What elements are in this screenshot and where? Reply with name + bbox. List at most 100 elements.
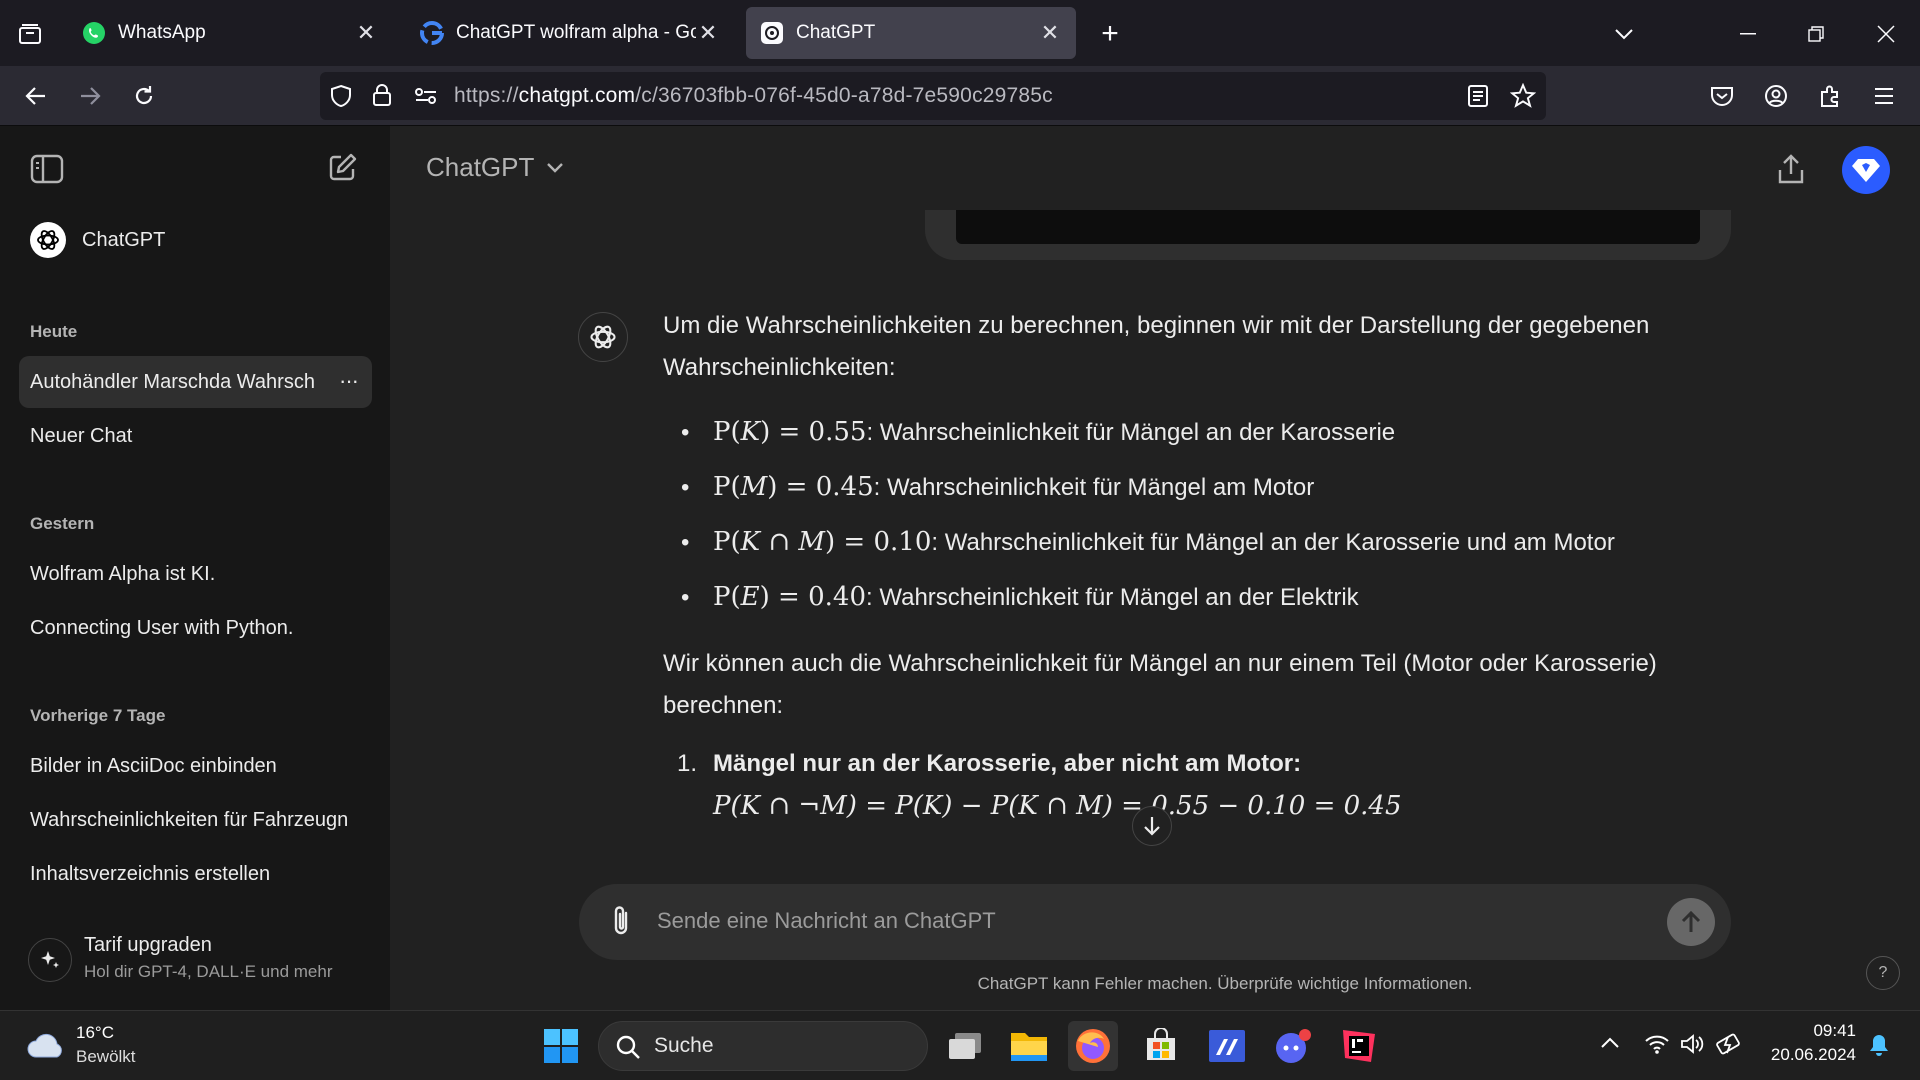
url-bar[interactable]: https://chatgpt.com/c/36703fbb-076f-45d0… bbox=[320, 72, 1546, 120]
chat-main: ChatGPT ChatGPT Um die Wahrscheinlichkei… bbox=[390, 126, 1920, 1010]
intellij-icon[interactable] bbox=[1334, 1021, 1384, 1071]
chevron-down-icon[interactable] bbox=[1608, 18, 1640, 50]
pocket-icon[interactable] bbox=[1704, 78, 1740, 114]
volume-icon[interactable] bbox=[1680, 1033, 1704, 1060]
list-item: • P(K) = 0.55: Wahrscheinlichkeit für Mä… bbox=[681, 417, 1396, 447]
start-button[interactable] bbox=[536, 1021, 586, 1071]
chat-item-label: Wahrscheinlichkeiten für Fahrzeugn bbox=[30, 808, 349, 831]
browser-nav-bar: https://chatgpt.com/c/36703fbb-076f-45d0… bbox=[0, 66, 1920, 126]
message-intro: Um die Wahrscheinlichkeiten zu berechnen… bbox=[663, 312, 1650, 381]
back-icon[interactable] bbox=[18, 78, 54, 114]
windows-icon bbox=[544, 1029, 578, 1063]
close-tab-icon[interactable]: ✕ bbox=[696, 20, 720, 46]
file-explorer-icon[interactable] bbox=[1004, 1021, 1054, 1071]
lock-icon[interactable] bbox=[372, 83, 392, 112]
chat-item-wolfram[interactable]: Wolfram Alpha ist KI. bbox=[19, 548, 372, 600]
clock-date[interactable]: 20.06.2024 bbox=[1760, 1045, 1856, 1065]
list-item: • P(K ∩ M) = 0.10: Wahrscheinlichkeit fü… bbox=[681, 527, 1615, 557]
close-tab-icon[interactable]: ✕ bbox=[354, 20, 378, 46]
url-prefix: https:// bbox=[454, 84, 519, 107]
upgrade-plan-button[interactable]: Tarif upgraden Hol dir GPT-4, DALL·E und… bbox=[28, 928, 368, 988]
reload-icon[interactable] bbox=[126, 78, 162, 114]
scroll-down-button[interactable] bbox=[1132, 806, 1172, 846]
bullet-text: : Wahrscheinlichkeit für Mängel an der K… bbox=[866, 419, 1396, 446]
search-label: Suche bbox=[654, 1034, 714, 1057]
sidebar-toggle-icon[interactable] bbox=[30, 154, 64, 189]
tab-google-search[interactable]: ChatGPT wolfram alpha - Googl ✕ bbox=[406, 7, 734, 59]
tab-title: WhatsApp bbox=[118, 22, 206, 43]
chat-item-label: Autohändler Marschda Wahrsch bbox=[30, 370, 315, 393]
discord-icon[interactable] bbox=[1268, 1021, 1318, 1071]
minimize-icon[interactable] bbox=[1730, 18, 1766, 50]
close-window-icon[interactable] bbox=[1868, 18, 1904, 50]
vscode-like-app-icon[interactable] bbox=[1202, 1021, 1252, 1071]
task-view-icon[interactable] bbox=[940, 1021, 990, 1071]
group-heading-today: Heute bbox=[30, 322, 78, 341]
chatgpt-icon bbox=[760, 21, 784, 45]
assistant-message: Um die Wahrscheinlichkeiten zu berechnen… bbox=[663, 305, 1663, 827]
chat-item-inhaltsverzeichnis[interactable]: Inhaltsverzeichnis erstellen bbox=[19, 848, 372, 900]
model-name: ChatGPT bbox=[426, 152, 535, 182]
wifi-icon[interactable] bbox=[1644, 1033, 1670, 1060]
list-item: • P(M) = 0.45: Wahrscheinlichkeit für Mä… bbox=[681, 472, 1315, 502]
chat-item-neuer-chat[interactable]: Neuer Chat bbox=[19, 410, 372, 462]
close-tab-icon[interactable]: ✕ bbox=[1038, 20, 1062, 46]
reader-view-icon[interactable] bbox=[1468, 85, 1488, 112]
chat-item-autohaendler[interactable]: Autohändler Marschda Wahrsch ··· bbox=[19, 356, 372, 408]
new-tab-icon[interactable]: + bbox=[1094, 17, 1126, 50]
paperclip-icon[interactable] bbox=[609, 904, 633, 943]
list-item-title: Mängel nur an der Karosserie, aber nicht… bbox=[713, 750, 1302, 777]
site-permissions-icon[interactable] bbox=[414, 86, 438, 111]
math-expression: P(K) = 0.55 bbox=[713, 417, 867, 447]
tab-title: ChatGPT wolfram alpha - Googl bbox=[456, 22, 696, 43]
new-chat-icon[interactable] bbox=[326, 152, 358, 189]
chat-item-label: Inhaltsverzeichnis erstellen bbox=[30, 862, 271, 885]
message-input[interactable]: Sende eine Nachricht an ChatGPT bbox=[657, 908, 996, 934]
extensions-icon[interactable] bbox=[1812, 78, 1848, 114]
chat-item-label: Connecting User with Python. bbox=[30, 616, 294, 639]
url-host: chatgpt.com bbox=[518, 84, 636, 107]
sticky-header-bg bbox=[390, 126, 1920, 210]
math-expression: P(K ∩ M) = 0.10 bbox=[713, 527, 932, 557]
weather-temp: 16°C bbox=[76, 1023, 114, 1042]
url-text[interactable]: https://chatgpt.com/c/36703fbb-076f-45d0… bbox=[454, 84, 1053, 108]
menu-icon[interactable] bbox=[1866, 78, 1902, 114]
bullet-text: : Wahrscheinlichkeit für Mängel am Motor bbox=[873, 474, 1315, 501]
chevron-up-icon[interactable] bbox=[1600, 1035, 1620, 1054]
weather-widget[interactable]: 16°C Bewölkt bbox=[26, 1021, 166, 1071]
group-heading-yesterday: Gestern bbox=[30, 514, 95, 533]
tracking-protection-icon[interactable] bbox=[330, 84, 352, 113]
disclaimer: ChatGPT kann Fehler machen. Überprüfe wi… bbox=[977, 974, 1473, 993]
arrow-up-icon bbox=[1681, 910, 1701, 932]
tab-whatsapp[interactable]: WhatsApp ✕ bbox=[68, 7, 392, 59]
brand-label: ChatGPT bbox=[82, 228, 166, 251]
clock-time[interactable]: 09:41 bbox=[1760, 1021, 1856, 1041]
url-path: /c/36703fbb-076f-45d0-a78d-7e590c29785c bbox=[635, 84, 1053, 107]
sidebar: ChatGPT Heute Autohändler Marschda Wahrs… bbox=[0, 126, 390, 1010]
battery-icon[interactable] bbox=[1716, 1033, 1744, 1060]
whatsapp-icon bbox=[82, 21, 106, 45]
help-button[interactable]: ? bbox=[1866, 956, 1900, 990]
share-icon[interactable] bbox=[1776, 154, 1806, 191]
firefox-icon[interactable] bbox=[1068, 1021, 1118, 1071]
chat-item-asciidoc[interactable]: Bilder in AsciiDoc einbinden bbox=[19, 740, 372, 792]
tab-chatgpt[interactable]: ChatGPT ✕ bbox=[746, 7, 1076, 59]
send-button[interactable] bbox=[1667, 898, 1715, 946]
avatar[interactable] bbox=[1842, 146, 1890, 194]
microsoft-store-icon[interactable] bbox=[1136, 1021, 1186, 1071]
bullet-text: : Wahrscheinlichkeit für Mängel an der E… bbox=[866, 584, 1359, 611]
taskbar-search[interactable]: Suche bbox=[598, 1021, 928, 1071]
sidebar-brand[interactable]: ChatGPT bbox=[30, 222, 165, 258]
bookmark-star-icon[interactable] bbox=[1509, 82, 1537, 114]
weather-desc: Bewölkt bbox=[76, 1047, 136, 1066]
forward-icon[interactable] bbox=[72, 78, 108, 114]
chat-item-python[interactable]: Connecting User with Python. bbox=[19, 602, 372, 654]
chat-item-label: Bilder in AsciiDoc einbinden bbox=[30, 754, 277, 777]
search-icon bbox=[615, 1034, 641, 1065]
notification-bell-icon[interactable] bbox=[1868, 1033, 1890, 1062]
tab-overview-icon[interactable] bbox=[14, 18, 46, 50]
more-options-icon[interactable]: ··· bbox=[339, 368, 359, 394]
chat-item-fahrzeug[interactable]: Wahrscheinlichkeiten für Fahrzeugn bbox=[19, 794, 372, 846]
restore-icon[interactable] bbox=[1798, 18, 1834, 50]
account-icon[interactable] bbox=[1758, 78, 1794, 114]
